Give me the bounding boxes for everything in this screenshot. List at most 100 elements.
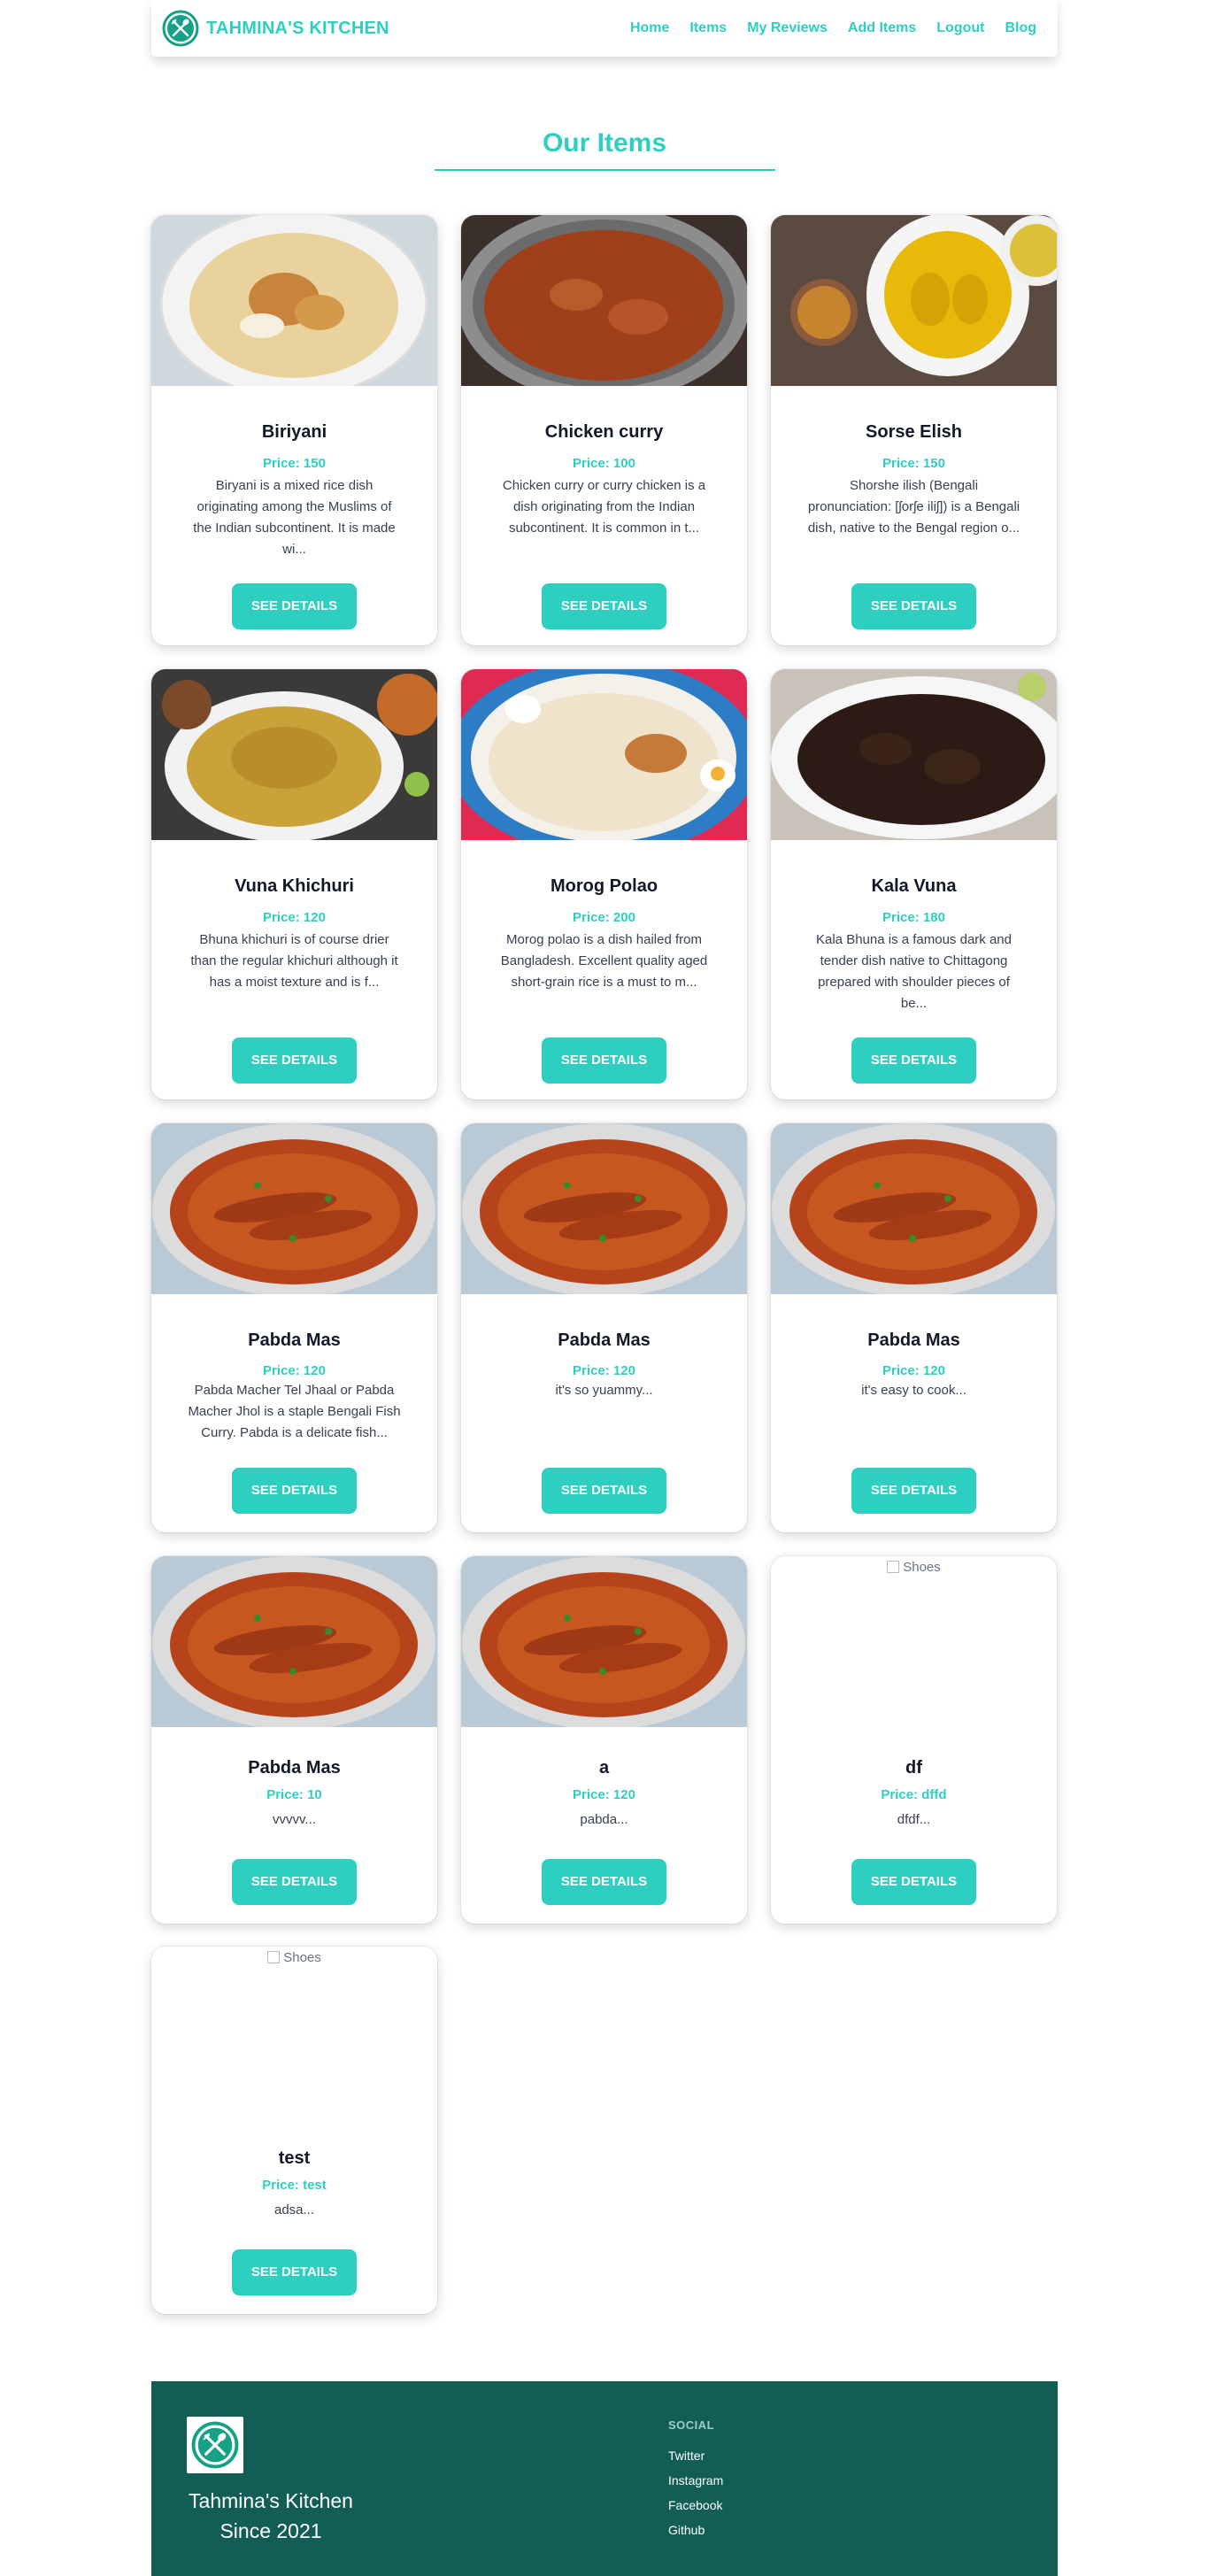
item-price: Price: 120 bbox=[573, 1363, 635, 1378]
nav-link-add-items[interactable]: Add Items bbox=[848, 20, 916, 36]
social-title: SOCIAL bbox=[668, 2418, 715, 2432]
footer-brand: Tahmina's Kitchen Since 2021 bbox=[187, 2486, 355, 2546]
item-title: Pabda Mas bbox=[867, 1330, 960, 1350]
item-card: a Price: 120 pabda... SEE DETAILS bbox=[461, 1556, 747, 1924]
item-price: Price: 100 bbox=[573, 456, 635, 471]
item-card: Pabda Mas Price: 120 it's easy to cook..… bbox=[771, 1123, 1057, 1532]
item-description: Biryani is a mixed rice dish originating… bbox=[193, 478, 396, 557]
item-card: Pabda Mas Price: 120 Pabda Macher Tel Jh… bbox=[151, 1123, 437, 1532]
item-title: Pabda Mas bbox=[558, 1330, 651, 1350]
item-description: dfdf... bbox=[897, 1812, 931, 1827]
item-card: Morog Polao Price: 200 Morog polao is a … bbox=[461, 669, 747, 1099]
item-title: a bbox=[598, 1758, 610, 1778]
fork-spoon-logo-icon bbox=[162, 10, 199, 47]
nav-links: Home Items My Reviews Add Items Logout B… bbox=[630, 20, 1036, 36]
see-details-button[interactable]: SEE DETAILS bbox=[851, 1859, 976, 1905]
item-image bbox=[151, 1556, 437, 1727]
item-card: Pabda Mas Price: 120 it's so yuammy... S… bbox=[461, 1123, 747, 1532]
item-description: it's so yuammy... bbox=[555, 1383, 653, 1398]
item-price: Price: 10 bbox=[266, 1787, 322, 1802]
see-details-button[interactable]: SEE DETAILS bbox=[542, 1037, 666, 1084]
item-title: test bbox=[278, 2148, 311, 2168]
item-card: Kala Vuna Price: 180 Kala Bhuna is a fam… bbox=[771, 669, 1057, 1099]
item-description: Pabda Macher Tel Jhaal or Pabda Macher J… bbox=[188, 1383, 401, 1440]
item-price: Price: 150 bbox=[263, 456, 326, 471]
see-details-button[interactable]: SEE DETAILS bbox=[232, 1037, 357, 1084]
item-card: Pabda Mas Price: 10 vvvvv... SEE DETAILS bbox=[151, 1556, 437, 1924]
nav-link-logout[interactable]: Logout bbox=[936, 20, 984, 36]
item-description: it's easy to cook... bbox=[861, 1383, 966, 1398]
item-image bbox=[151, 669, 437, 840]
title-underline bbox=[435, 169, 775, 171]
item-price: Price: 200 bbox=[573, 910, 635, 925]
item-description: adsa... bbox=[273, 2202, 315, 2217]
brand[interactable]: TAHMINA'S KITCHEN bbox=[162, 10, 389, 47]
nav-link-blog[interactable]: Blog bbox=[1005, 20, 1036, 36]
see-details-button[interactable]: SEE DETAILS bbox=[232, 1468, 357, 1514]
see-details-button[interactable]: SEE DETAILS bbox=[542, 1468, 666, 1514]
item-card: Chicken curry Price: 100 Chicken curry o… bbox=[461, 215, 747, 645]
item-title: df bbox=[905, 1758, 922, 1778]
see-details-button[interactable]: SEE DETAILS bbox=[542, 583, 666, 629]
item-description: Chicken curry or curry chicken is a dish… bbox=[502, 478, 706, 536]
item-description: pabda... bbox=[580, 1812, 628, 1827]
item-price: Price: 120 bbox=[882, 1363, 945, 1378]
item-image-alt: Shoes bbox=[903, 1560, 941, 1575]
item-price: Price: 120 bbox=[573, 1787, 635, 1802]
brand-name: TAHMINA'S KITCHEN bbox=[206, 18, 389, 38]
nav-link-items[interactable]: Items bbox=[689, 20, 727, 36]
item-image bbox=[461, 215, 747, 386]
item-image bbox=[151, 215, 437, 386]
item-price: Price: 120 bbox=[263, 910, 326, 925]
item-image-broken: Shoes bbox=[151, 1947, 437, 2117]
broken-image-icon bbox=[267, 1951, 281, 1963]
item-title: Morog Polao bbox=[550, 876, 658, 896]
see-details-button[interactable]: SEE DETAILS bbox=[851, 583, 976, 629]
see-details-button[interactable]: SEE DETAILS bbox=[542, 1859, 666, 1905]
item-price: Price: 150 bbox=[882, 456, 945, 471]
footer-logo-icon bbox=[187, 2417, 243, 2473]
item-card: Sorse Elish Price: 150 Shorshe ilish (Be… bbox=[771, 215, 1057, 645]
item-image bbox=[151, 1123, 437, 1294]
social-link-instagram[interactable]: Instagram bbox=[668, 2473, 723, 2488]
item-price: Price: 180 bbox=[882, 910, 945, 925]
social-link-facebook[interactable]: Facebook bbox=[668, 2498, 723, 2513]
navbar: TAHMINA'S KITCHEN Home Items My Reviews … bbox=[151, 0, 1058, 57]
nav-link-home[interactable]: Home bbox=[630, 20, 669, 36]
see-details-button[interactable]: SEE DETAILS bbox=[232, 2249, 357, 2295]
item-description: Shorshe ilish (Bengali pronunciation: [ʃ… bbox=[807, 478, 1020, 536]
item-title: Biriyani bbox=[261, 422, 327, 442]
item-card: Shoes test Price: test adsa... SEE DETAIL… bbox=[151, 1947, 437, 2314]
item-price: Price: 120 bbox=[263, 1363, 326, 1378]
item-description: vvvvv... bbox=[273, 1812, 316, 1827]
see-details-button[interactable]: SEE DETAILS bbox=[851, 1468, 976, 1514]
item-title: Chicken curry bbox=[544, 422, 664, 442]
nav-link-my-reviews[interactable]: My Reviews bbox=[747, 20, 828, 36]
item-description: Bhuna khichuri is of course drier than t… bbox=[190, 932, 398, 990]
footer-since: Since 2021 bbox=[219, 2519, 322, 2542]
item-image-alt: Shoes bbox=[283, 1950, 321, 1965]
item-image bbox=[461, 1123, 747, 1294]
see-details-button[interactable]: SEE DETAILS bbox=[232, 583, 357, 629]
see-details-button[interactable]: SEE DETAILS bbox=[232, 1859, 357, 1905]
item-title: Kala Vuna bbox=[871, 876, 957, 896]
item-price: Price: dffd bbox=[881, 1787, 947, 1802]
item-image bbox=[771, 215, 1057, 386]
footer: Tahmina's Kitchen Since 2021 SOCIAL Twit… bbox=[151, 2381, 1058, 2576]
item-card: Biriyani Price: 150 Biryani is a mixed r… bbox=[151, 215, 437, 645]
item-image bbox=[771, 669, 1057, 840]
footer-brand-name: Tahmina's Kitchen bbox=[189, 2489, 353, 2512]
item-image bbox=[771, 1123, 1057, 1294]
broken-image-icon bbox=[887, 1561, 900, 1573]
item-title: Sorse Elish bbox=[866, 422, 962, 442]
section-title: Our Items bbox=[542, 128, 667, 158]
item-card: Vuna Khichuri Price: 120 Bhuna khichuri … bbox=[151, 669, 437, 1099]
item-description: Kala Bhuna is a famous dark and tender d… bbox=[816, 932, 1012, 1011]
social-links: Twitter Instagram Facebook Github bbox=[668, 2449, 723, 2538]
item-image bbox=[461, 669, 747, 840]
social-link-twitter[interactable]: Twitter bbox=[668, 2449, 723, 2464]
see-details-button[interactable]: SEE DETAILS bbox=[851, 1037, 976, 1084]
item-title: Vuna Khichuri bbox=[235, 876, 354, 896]
item-image bbox=[461, 1556, 747, 1727]
social-link-github[interactable]: Github bbox=[668, 2523, 723, 2538]
